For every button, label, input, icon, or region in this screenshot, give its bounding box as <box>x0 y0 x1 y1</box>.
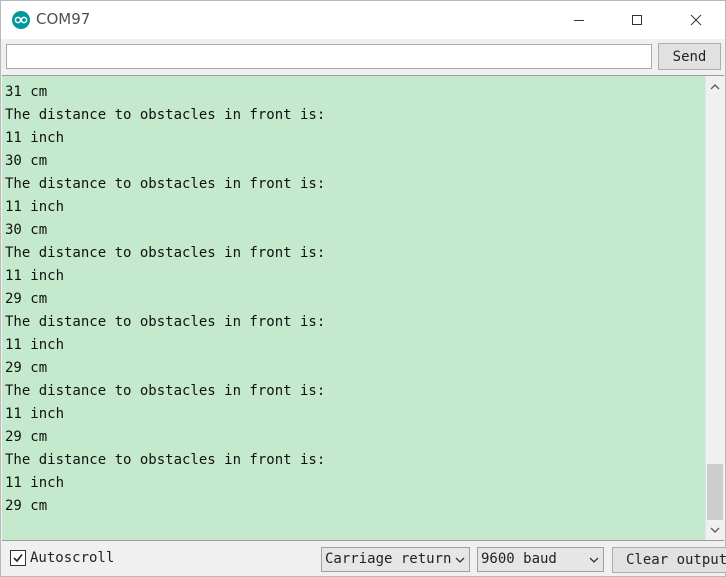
chevron-up-icon <box>710 83 720 89</box>
arduino-logo-icon <box>12 11 30 29</box>
scroll-thumb[interactable] <box>707 464 723 520</box>
output-line: 11 inch <box>5 337 65 353</box>
output-line: The distance to obstacles in front is: <box>5 314 326 330</box>
output-line: 29 cm <box>5 429 48 445</box>
output-line: 11 inch <box>5 475 65 491</box>
scroll-down-button[interactable] <box>706 521 724 538</box>
output-line: 29 cm <box>5 291 48 307</box>
send-input[interactable] <box>6 44 652 69</box>
line-ending-select[interactable]: Carriage return <box>321 547 470 572</box>
output-line: 30 cm <box>5 222 48 238</box>
output-line: 29 cm <box>5 498 48 514</box>
output-line: 11 inch <box>5 130 65 146</box>
serial-output-area[interactable]: 31 cm The distance to obstacles in front … <box>2 75 724 541</box>
output-line: 11 inch <box>5 199 65 215</box>
autoscroll-label[interactable]: Autoscroll <box>30 550 114 566</box>
window-title: COM97 <box>36 10 91 28</box>
scroll-up-button[interactable] <box>706 78 724 95</box>
line-ending-value: Carriage return <box>325 551 452 567</box>
output-line: 29 cm <box>5 360 48 376</box>
minimize-button[interactable] <box>556 1 602 39</box>
output-line: 31 cm <box>5 84 48 100</box>
autoscroll-checkbox[interactable] <box>10 550 26 566</box>
close-button[interactable] <box>673 1 719 39</box>
clear-output-button[interactable]: Clear output <box>612 547 726 573</box>
output-line: The distance to obstacles in front is: <box>5 107 326 123</box>
serial-monitor-window: COM97 Send 31 cm The distance to obstacle… <box>0 0 726 577</box>
baud-rate-value: 9600 baud <box>481 551 557 567</box>
chevron-down-icon <box>589 548 599 571</box>
vertical-scrollbar[interactable] <box>705 76 724 540</box>
chevron-down-icon <box>455 548 465 571</box>
serial-output-text: 31 cm The distance to obstacles in front … <box>5 81 701 518</box>
maximize-icon <box>632 15 642 25</box>
output-line: 30 cm <box>5 153 48 169</box>
output-line: The distance to obstacles in front is: <box>5 245 326 261</box>
chevron-down-icon <box>710 527 720 533</box>
checkmark-icon <box>13 554 23 563</box>
output-line: The distance to obstacles in front is: <box>5 383 326 399</box>
output-line: The distance to obstacles in front is: <box>5 452 326 468</box>
output-line: 11 inch <box>5 406 65 422</box>
baud-rate-select[interactable]: 9600 baud <box>477 547 604 572</box>
close-icon <box>690 14 702 26</box>
maximize-button[interactable] <box>614 1 660 39</box>
send-button[interactable]: Send <box>658 43 721 70</box>
minimize-icon <box>574 20 584 21</box>
title-bar[interactable]: COM97 <box>1 1 725 39</box>
output-line: The distance to obstacles in front is: <box>5 176 326 192</box>
output-line: 11 inch <box>5 268 65 284</box>
